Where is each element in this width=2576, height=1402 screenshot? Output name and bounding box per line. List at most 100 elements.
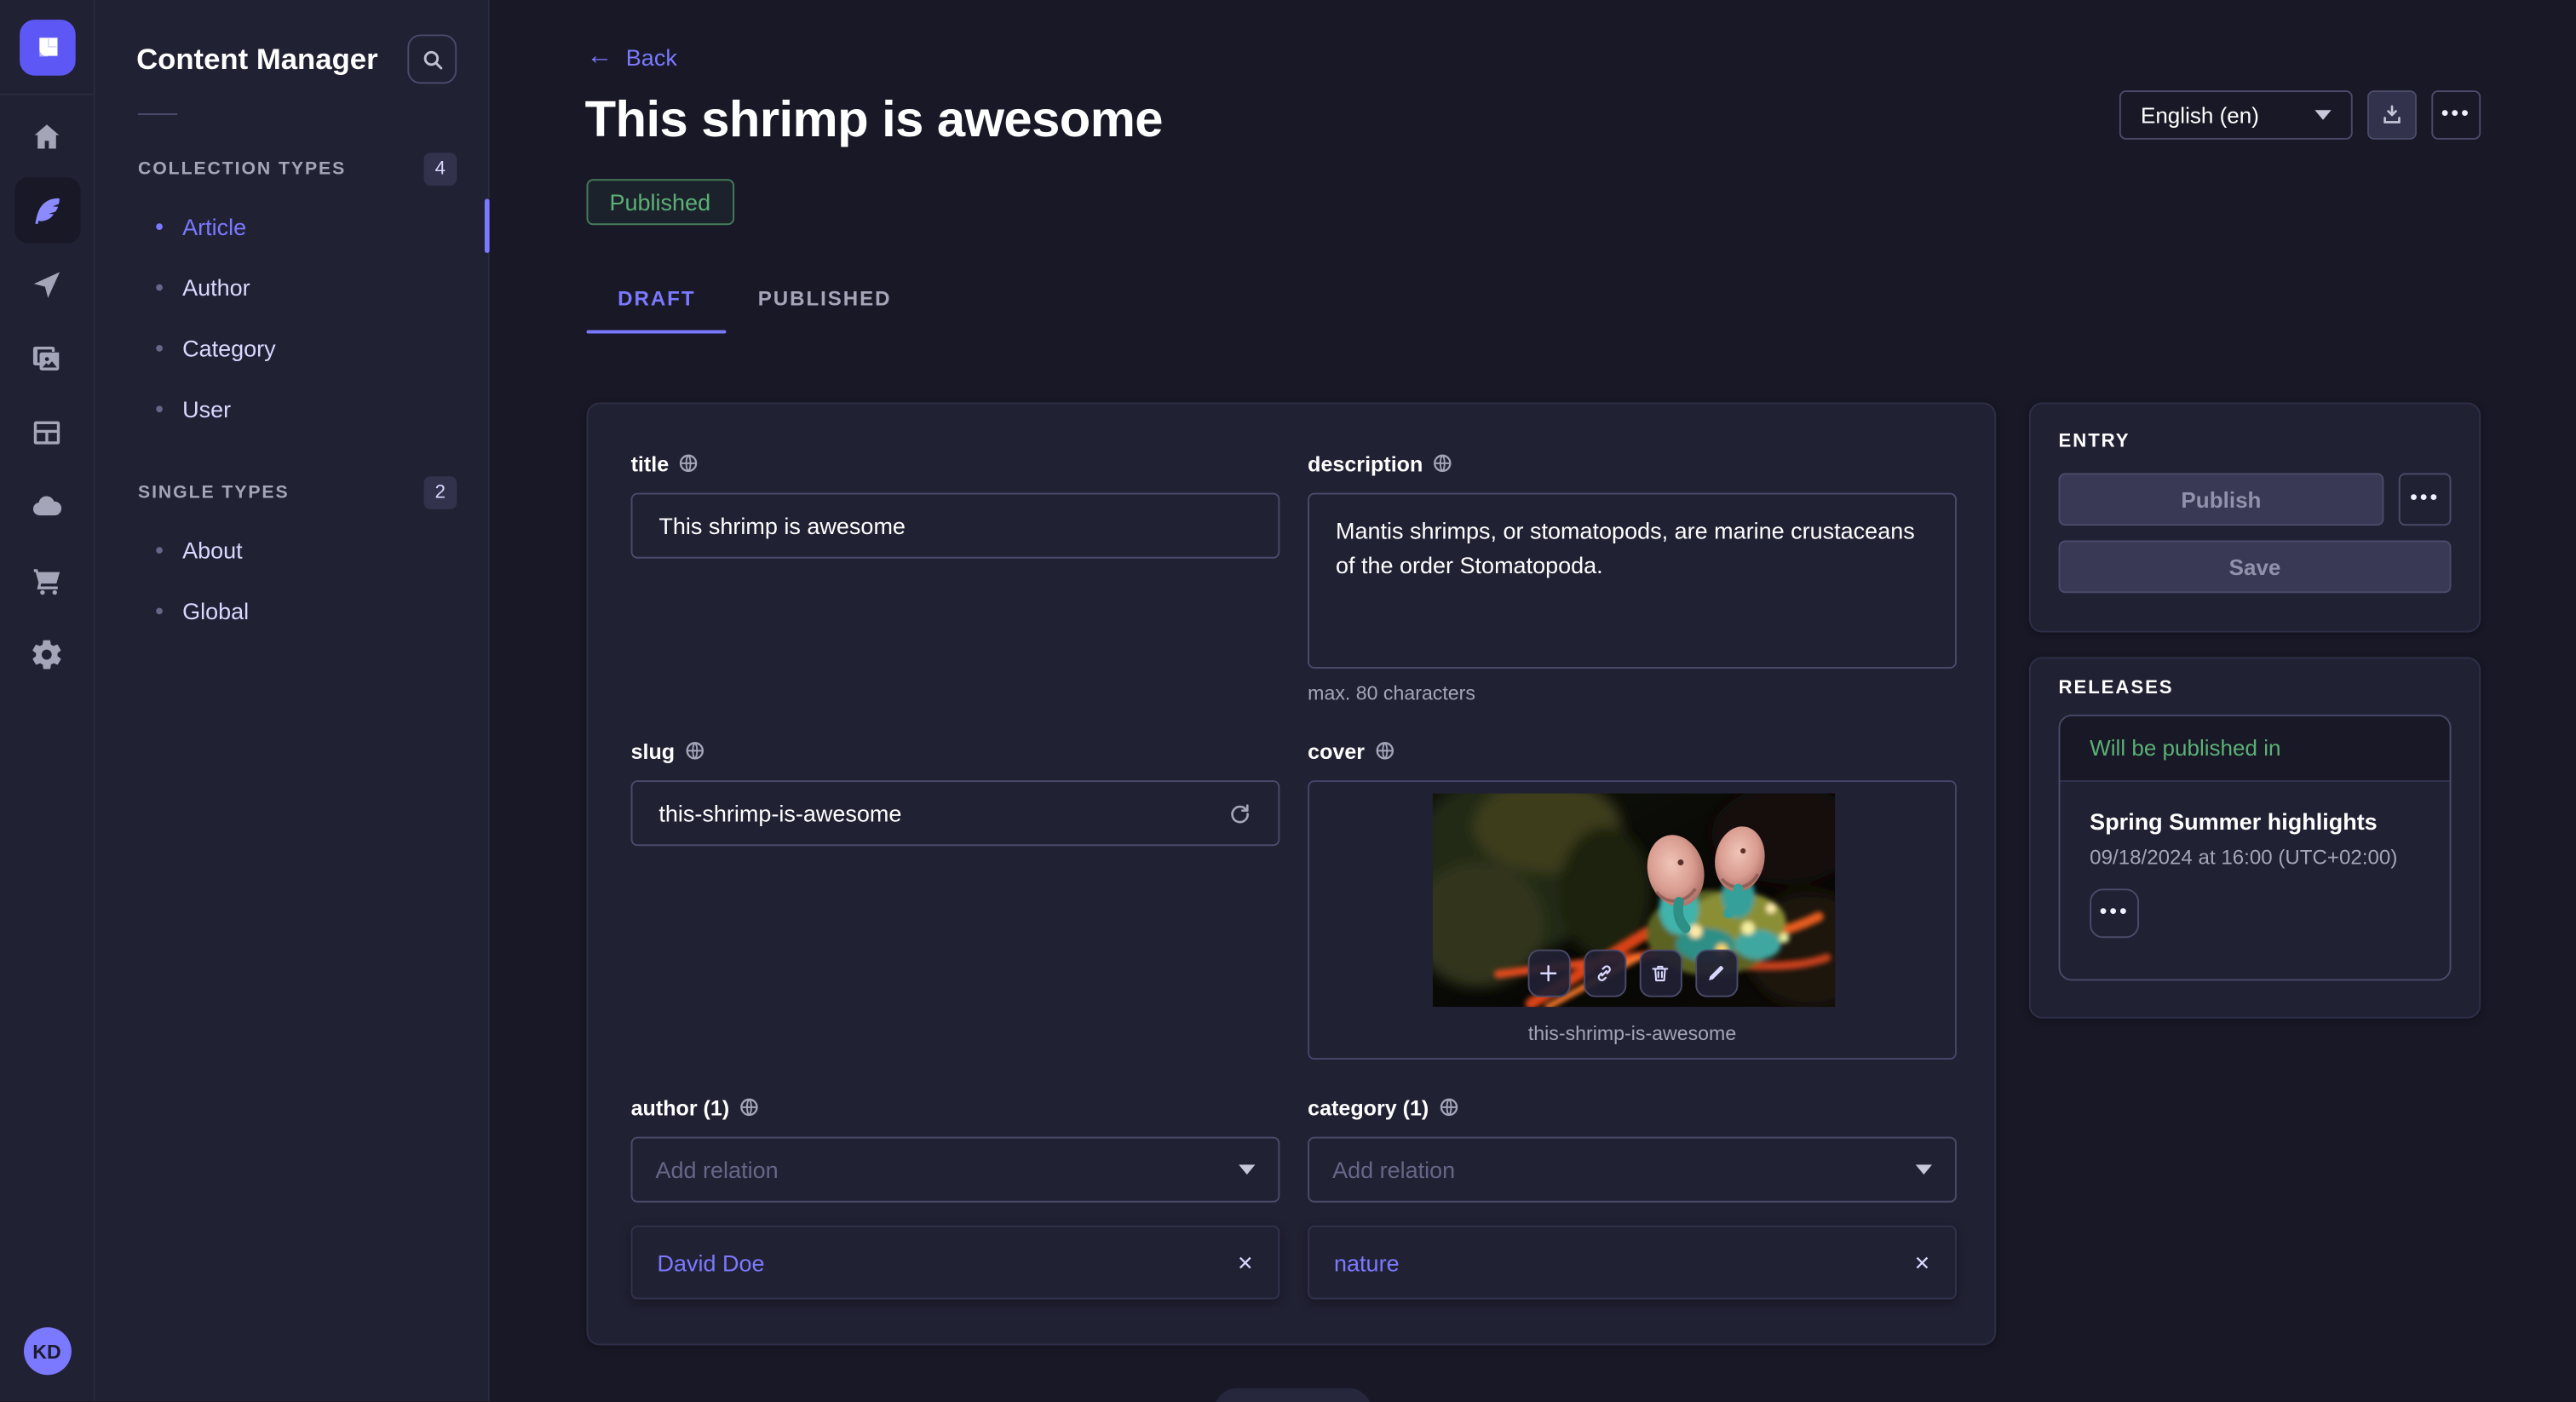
nav-deploy[interactable] [14,251,79,317]
sidebar-item-author[interactable]: Author [95,256,488,317]
chevron-down-icon [2314,110,2331,120]
locale-select-value: English (en) [2141,103,2259,128]
header-actions: English (en) ••• [2119,90,2481,140]
nav-content-manager[interactable] [14,177,79,243]
more-icon: ••• [2100,899,2130,921]
bullet-icon [156,344,163,351]
bullet-icon [156,546,163,553]
strapi-logo[interactable] [19,20,75,76]
title-input[interactable]: This shrimp is awesome [631,493,1280,559]
nav-settings[interactable] [14,621,79,687]
description-textarea[interactable]: Mantis shrimps, or stomatopods, are mari… [1308,493,1957,669]
header-more-button[interactable]: ••• [2431,90,2481,140]
gear-icon [30,636,65,671]
release-more-button[interactable]: ••• [2090,888,2139,938]
tab-published[interactable]: PUBLISHED [727,271,923,333]
collapsed-component-pill[interactable] [1214,1388,1371,1402]
locale-globe-icon [1375,741,1394,761]
category-relation-placeholder: Add relation [1332,1157,1455,1183]
sidebar-item-label: Article [182,213,246,239]
description-label: description [1308,451,1423,475]
nav-home[interactable] [14,104,79,170]
download-icon [2381,104,2404,127]
locale-globe-icon [1439,1097,1458,1117]
nav-marketplace[interactable] [14,547,79,612]
releases-panel-title: RELEASES [2059,679,2452,698]
entry-more-button[interactable]: ••• [2399,473,2452,526]
category-relation-link[interactable]: nature [1334,1250,1400,1276]
search-button[interactable] [407,35,457,84]
collection-types-count: 4 [424,152,457,186]
release-date: 09/18/2024 at 16:00 (UTC+02:00) [2090,846,2420,869]
author-relation-select[interactable]: Add relation [631,1137,1280,1203]
cover-toolbar [1527,950,1738,997]
description-label-row: description [1308,449,1957,479]
author-relation-link[interactable]: David Doe [657,1250,764,1276]
nav-media-library[interactable] [14,325,79,391]
subnav-header: Content Manager [95,0,488,83]
back-label: Back [626,44,677,71]
slug-value: this-shrimp-is-awesome [658,800,901,826]
single-types-count: 2 [424,476,457,509]
back-arrow-icon: ← [587,44,613,71]
chevron-down-icon [1916,1164,1932,1175]
close-icon[interactable]: ✕ [1237,1251,1253,1274]
entry-save-row: Save [2059,541,2452,594]
collection-types-label: COLLECTION TYPES [138,159,346,179]
bullet-icon [156,405,163,411]
locale-globe-icon [1433,453,1452,473]
sidebar-item-label: Category [182,334,276,360]
bullet-icon [156,607,163,614]
back-link[interactable]: ← Back [587,44,677,71]
sidebar-item-article[interactable]: Article [95,196,488,256]
subnav-divider [138,113,177,115]
cover-delete-button[interactable] [1639,950,1682,997]
bullet-icon [156,284,163,290]
tab-draft[interactable]: DRAFT [587,271,727,333]
locale-globe-icon [685,741,704,761]
description-helper: max. 80 characters [1308,681,1957,704]
single-types-header: SINGLE TYPES 2 [95,476,488,509]
more-icon: ••• [2410,486,2440,507]
export-button[interactable] [2367,90,2417,140]
main-content: ← Back This shrimp is awesome Published … [490,0,2576,1401]
title-value: This shrimp is awesome [658,513,906,539]
media-library-icon [30,341,65,376]
single-types-label: SINGLE TYPES [138,483,290,503]
author-field: author (1) Add relation David Doe ✕ [631,1093,1280,1300]
sidebar-item-label: Global [182,597,249,623]
sidebar-item-about[interactable]: About [95,519,488,579]
sidebar-item-global[interactable]: Global [95,580,488,641]
category-field: category (1) Add relation nature ✕ [1308,1093,1957,1300]
close-icon[interactable]: ✕ [1914,1251,1930,1274]
author-label: author (1) [631,1095,730,1119]
description-value: Mantis shrimps, or stomatopods, are mari… [1336,518,1915,578]
sidebar-item-user[interactable]: User [95,378,488,439]
save-button[interactable]: Save [2059,541,2452,594]
slug-input[interactable]: this-shrimp-is-awesome [631,780,1280,846]
refresh-icon[interactable] [1228,801,1252,825]
cover-caption: this-shrimp-is-awesome [1309,1022,1955,1045]
slug-field: slug this-shrimp-is-awesome [631,736,1280,846]
page-title: This shrimp is awesome [585,90,1163,149]
plus-icon [1538,962,1559,984]
cover-copy-link-button[interactable] [1583,950,1625,997]
main-nav: KD [0,0,95,1401]
content-manager-subnav: Content Manager COLLECTION TYPES 4 Artic… [95,0,490,1401]
releases-panel: RELEASES Will be published in Spring Sum… [2029,657,2481,1018]
link-icon [1594,962,1615,984]
sidebar-item-category[interactable]: Category [95,317,488,377]
slug-label-row: slug [631,736,1280,766]
cover-edit-button[interactable] [1694,950,1737,997]
locale-select[interactable]: English (en) [2119,90,2353,140]
entry-panel-title: ENTRY [2059,432,2452,451]
nav-content-type-builder[interactable] [14,399,79,465]
avatar[interactable]: KD [23,1327,71,1375]
nav-cloud[interactable] [14,473,79,538]
release-card: Will be published in Spring Summer highl… [2059,715,2452,980]
cover-add-button[interactable] [1527,950,1570,997]
publish-button[interactable]: Publish [2059,473,2384,526]
strapi-logo-icon [31,32,64,65]
category-relation-select[interactable]: Add relation [1308,1137,1957,1203]
nav-items [0,95,94,687]
